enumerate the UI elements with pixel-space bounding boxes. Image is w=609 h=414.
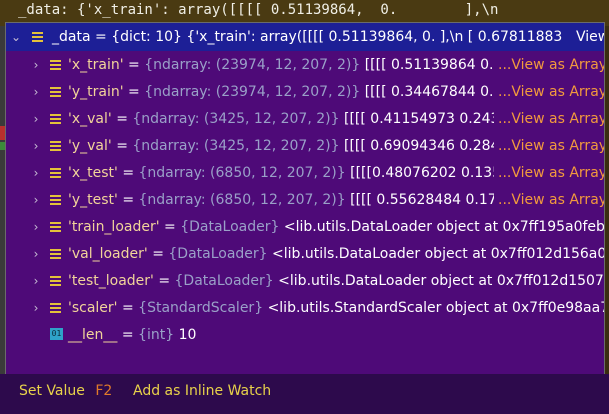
tree-row-data[interactable]: ⌄ _data = {dict: 10} {'x_train': array([… (6, 23, 604, 51)
tree-row[interactable]: › 'y_test' = {ndarray: (6850, 12, 207, 2)… (6, 186, 604, 214)
variable-type: {DataLoader} (174, 273, 274, 289)
view-as-array-link[interactable]: ...View as Array (494, 105, 604, 133)
chevron-right-icon[interactable]: › (30, 132, 42, 160)
tree-row[interactable]: › 'val_loader' = {DataLoader} <lib.utils.… (6, 240, 604, 268)
chevron-right-icon[interactable]: › (30, 186, 42, 214)
tree-row-text: 'scaler' = {StandardScaler} <lib.utils.S… (68, 294, 604, 322)
variable-value: <lib.utils.StandardScaler object at 0x7f… (267, 300, 604, 316)
tree-row-text: 'val_loader' = {DataLoader} <lib.utils.D… (68, 240, 604, 268)
chevron-right-icon[interactable]: › (30, 294, 42, 322)
variable-value: 10 (178, 327, 197, 343)
view-as-array-link[interactable]: ...View as Array (494, 78, 604, 106)
tree-row[interactable]: › 'scaler' = {StandardScaler} <lib.utils.… (6, 294, 604, 322)
variable-icon (50, 114, 61, 124)
variable-value: <lib.utils.DataLoader object at 0x7ff195… (283, 219, 604, 235)
variable-icon (50, 222, 61, 232)
variable-icon (50, 141, 61, 151)
variable-icon (50, 303, 61, 313)
variable-type: {ndarray: (6850, 12, 207, 2)} (138, 192, 346, 208)
tree-row[interactable]: › 'x_train' = {ndarray: (23974, 12, 207, … (6, 51, 604, 79)
variable-name: 'y_val' (68, 138, 112, 154)
variable-type: {ndarray: (3425, 12, 207, 2)} (132, 111, 340, 127)
variable-value: {'x_train': array([[[[ 0.51139864, 0. ],… (186, 29, 563, 45)
set-value-button[interactable]: Set Value F2 (19, 374, 112, 408)
variable-icon (50, 168, 61, 178)
tree-row[interactable]: › 'x_test' = {ndarray: (6850, 12, 207, 2)… (6, 159, 604, 187)
tree-row-text: _data = {dict: 10} {'x_train': array([[[… (52, 29, 563, 45)
chevron-right-icon[interactable]: › (30, 240, 42, 268)
tree-row-text: 'y_test' = {ndarray: (6850, 12, 207, 2)}… (68, 192, 556, 208)
chevron-right-icon[interactable]: › (30, 213, 42, 241)
tree-row-text: 'y_val' = {ndarray: (3425, 12, 207, 2)} … (68, 138, 554, 154)
tree-row[interactable]: ›'y_train' = {ndarray: (23974, 12, 207, … (6, 78, 604, 106)
set-value-shortcut: F2 (95, 383, 113, 399)
chevron-right-icon[interactable]: › (30, 267, 42, 295)
chevron-right-icon[interactable]: › (30, 51, 42, 79)
tree-row-len[interactable]: 01 __len__ = {int} 10 (6, 321, 604, 349)
tree-row-text: 'train_loader' = {DataLoader} <lib.utils… (68, 213, 604, 241)
variable-name: _data (52, 29, 91, 45)
variable-icon (50, 276, 61, 286)
tree-row-text: 'x_train' = {ndarray: (23974, 12, 207, 2… (68, 57, 532, 73)
variable-name: 'y_train' (68, 84, 124, 100)
variable-name: 'y_test' (68, 192, 118, 208)
variable-name: 'val_loader' (68, 246, 148, 262)
variable-value: <lib.utils.DataLoader object at 0x7ff012… (272, 246, 604, 262)
variable-name: 'test_loader' (68, 273, 154, 289)
variable-name: 'x_test' (68, 165, 118, 181)
variable-type: {StandardScaler} (138, 300, 264, 316)
tree-row-text: 'x_val' = {ndarray: (3425, 12, 207, 2)} … (68, 111, 554, 127)
variable-type: {ndarray: (23974, 12, 207, 2)} (144, 84, 361, 100)
view-link[interactable]: View (576, 23, 604, 51)
variable-name: 'scaler' (68, 300, 118, 316)
variable-inspector-popup: ⌄ _data = {dict: 10} {'x_train': array([… (5, 22, 605, 410)
tree-row[interactable]: › 'y_val' = {ndarray: (3425, 12, 207, 2)}… (6, 132, 604, 160)
variable-icon (50, 249, 61, 259)
variable-name: __len__ (68, 327, 118, 343)
variable-name: 'x_val' (68, 111, 112, 127)
int-type-icon: 01 (50, 328, 63, 340)
view-as-array-link[interactable]: ...View as Array (494, 51, 604, 79)
tree-row-text: __len__ = {int} 10 (68, 327, 197, 343)
action-bar: Set Value F2 Add as Inline Watch (0, 374, 609, 414)
variable-type: {dict: 10} (111, 29, 182, 45)
variable-type: {int} (138, 327, 175, 343)
chevron-right-icon[interactable]: › (30, 159, 42, 187)
tree-row-text: 'test_loader' = {DataLoader} <lib.utils.… (68, 267, 604, 295)
chevron-right-icon[interactable]: › (30, 105, 42, 133)
tree-row[interactable]: › 'x_val' = {ndarray: (3425, 12, 207, 2)}… (6, 105, 604, 133)
chevron-right-icon[interactable]: › (30, 78, 42, 106)
variable-type: {ndarray: (23974, 12, 207, 2)} (144, 57, 361, 73)
tree-row[interactable]: › 'test_loader' = {DataLoader} <lib.utils… (6, 267, 604, 295)
set-value-label: Set Value (19, 383, 85, 399)
variable-type: {DataLoader} (168, 246, 268, 262)
view-as-array-link[interactable]: ...View as Array (494, 186, 604, 214)
variable-type: {DataLoader} (180, 219, 280, 235)
variable-icon (50, 87, 61, 97)
variable-value: <lib.utils.DataLoader object at 0x7ff012… (278, 273, 604, 289)
chevron-down-icon[interactable]: ⌄ (10, 23, 22, 51)
variable-icon (50, 60, 61, 70)
dict-variable-icon (32, 32, 43, 42)
tree-row-text: 'x_test' = {ndarray: (6850, 12, 207, 2)}… (68, 165, 556, 181)
variable-type: {ndarray: (3425, 12, 207, 2)} (132, 138, 340, 154)
variable-icon (50, 195, 61, 205)
variable-type: {ndarray: (6850, 12, 207, 2)} (138, 165, 346, 181)
view-as-array-link[interactable]: ...View as Array (494, 159, 604, 187)
variable-name: 'train_loader' (68, 219, 160, 235)
view-as-array-link[interactable]: ...View as Array (494, 132, 604, 160)
add-inline-watch-button[interactable]: Add as Inline Watch (133, 374, 271, 408)
variable-name: 'x_train' (68, 57, 124, 73)
tree-row[interactable]: › 'train_loader' = {DataLoader} <lib.util… (6, 213, 604, 241)
